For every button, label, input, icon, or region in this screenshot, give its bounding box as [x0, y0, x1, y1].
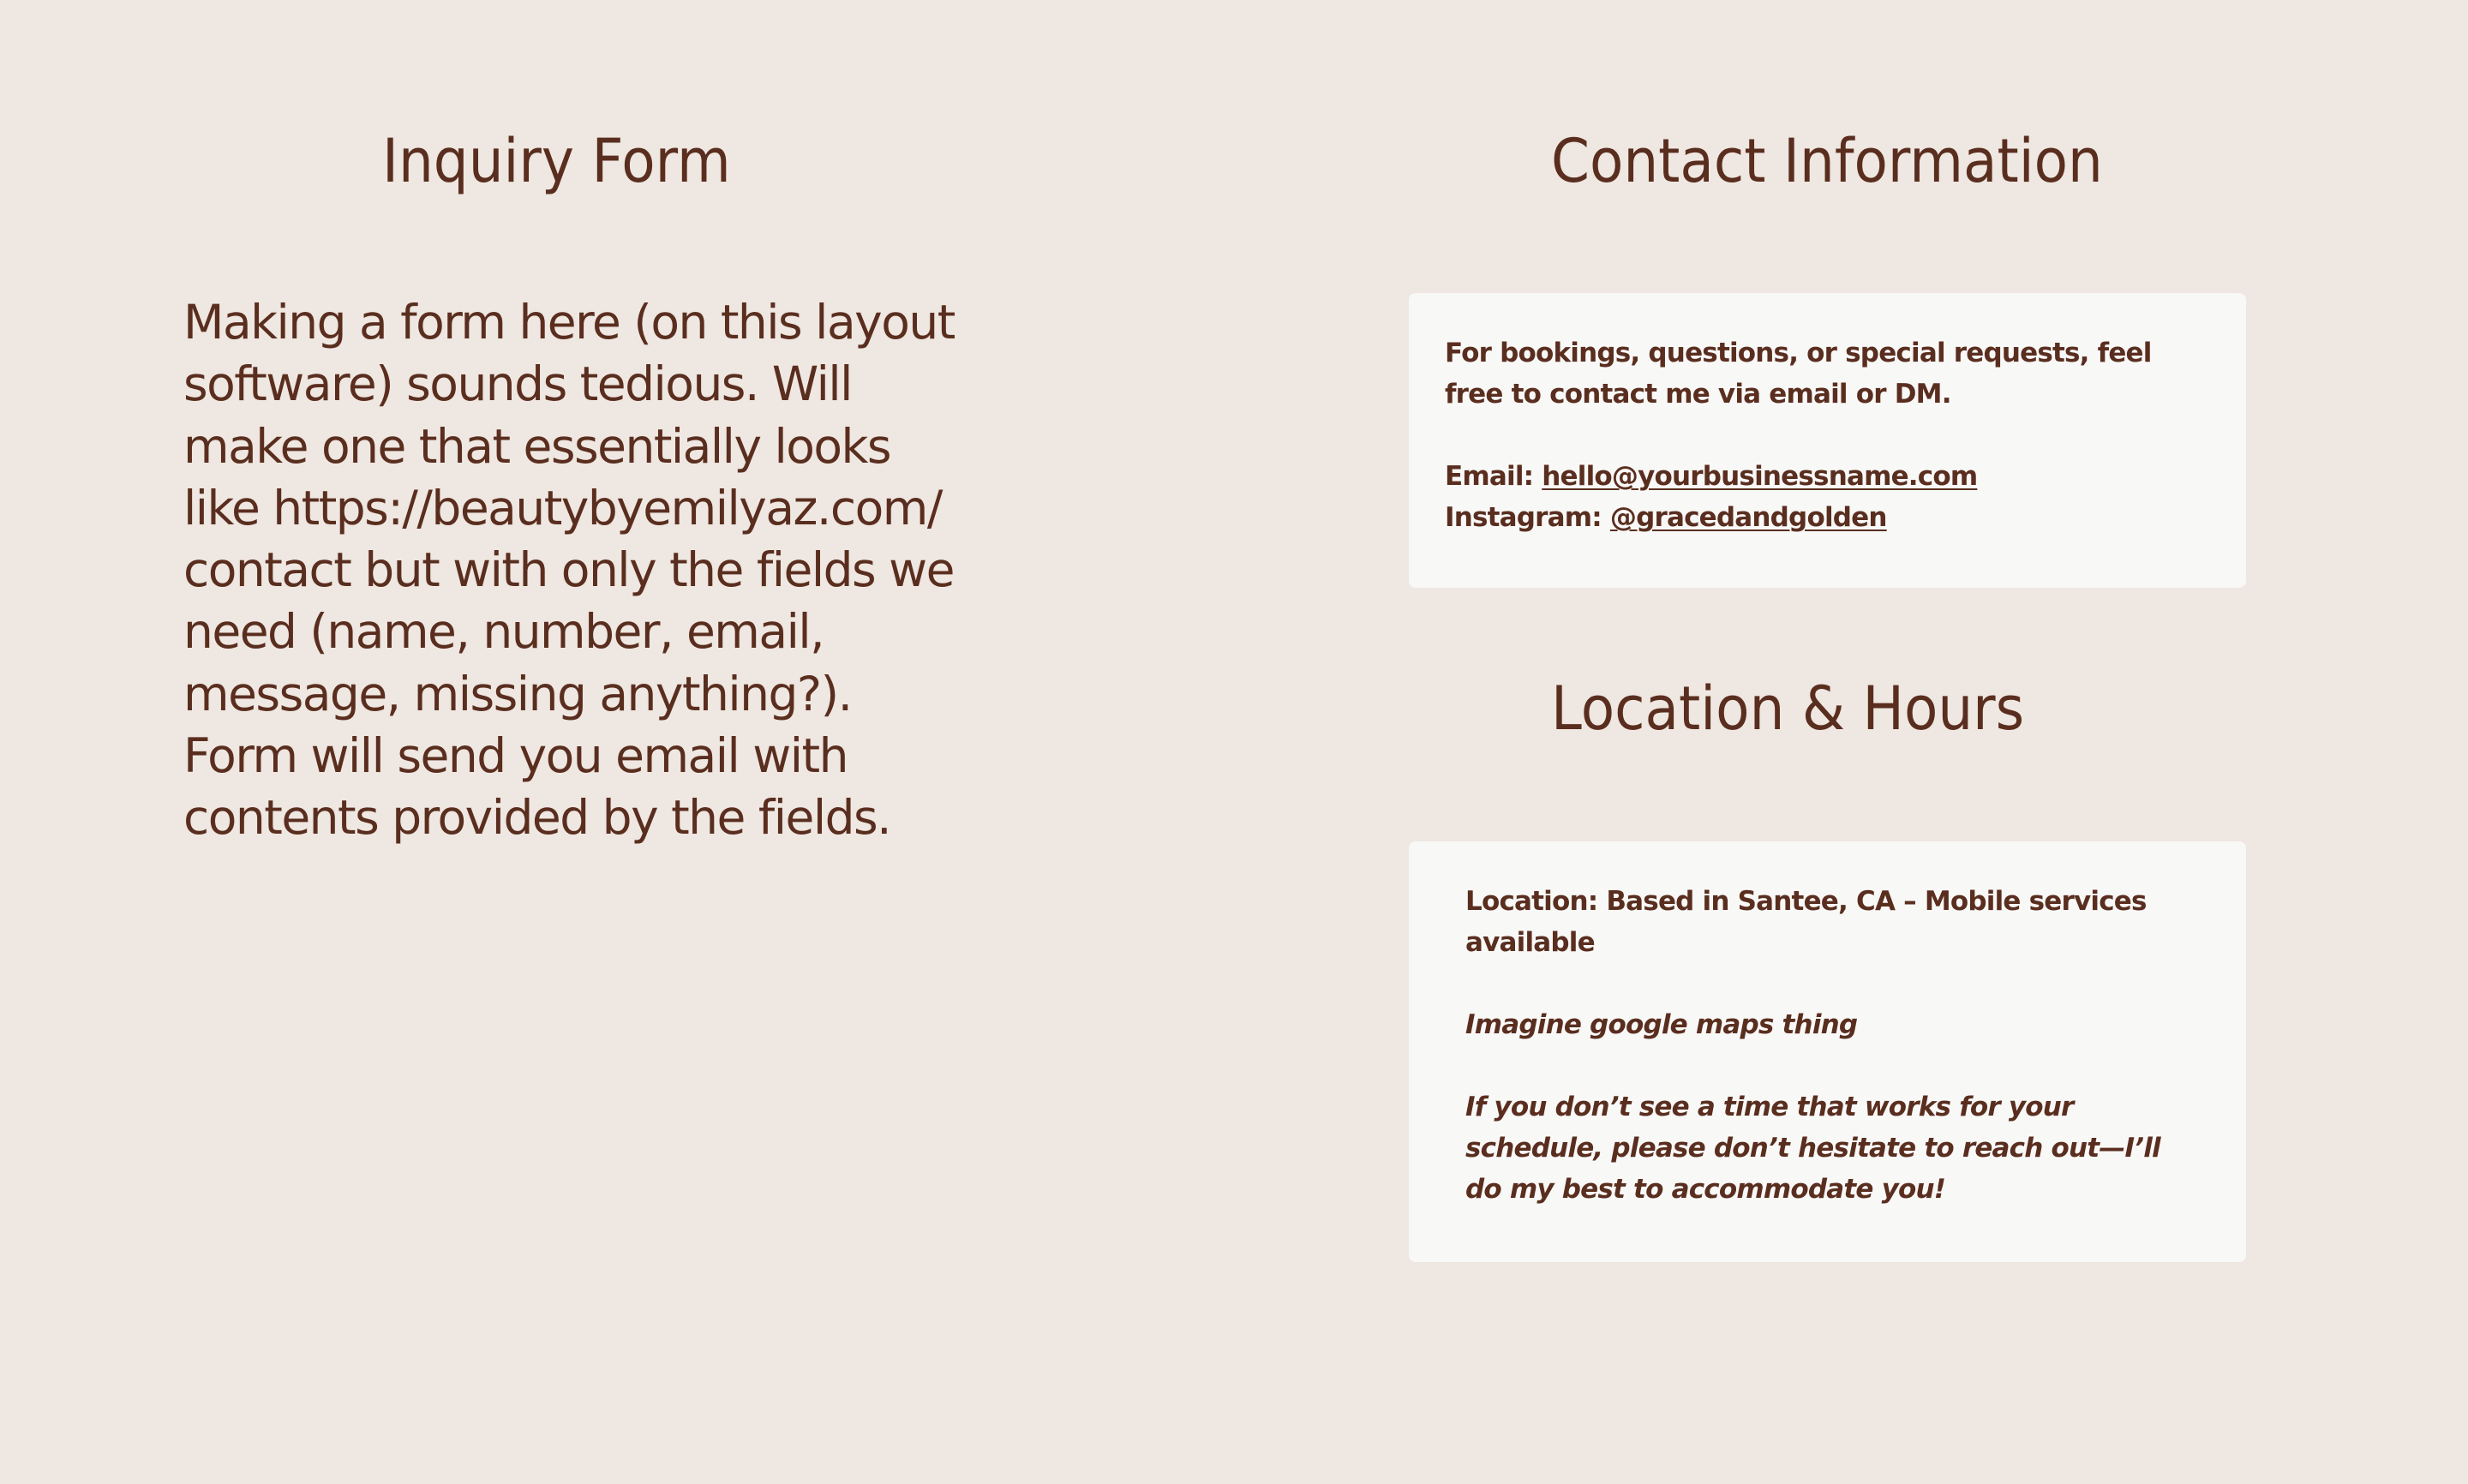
map-placeholder: Imagine google maps thing — [1465, 1009, 1858, 1040]
instagram-label: Instagram: — [1445, 502, 1610, 533]
location-hours-title: Location & Hours — [1551, 673, 2025, 744]
contact-information-title: Contact Information — [1551, 126, 2103, 196]
inquiry-form-note: Making a form here (on this layout softw… — [183, 295, 955, 846]
instagram-line: Instagram: @gracedandgolden — [1445, 497, 2216, 538]
inquiry-form-title: Inquiry Form — [382, 126, 731, 196]
email-link[interactable]: hello@yourbusinessname.com — [1542, 461, 1978, 492]
contact-spacer — [1445, 415, 2216, 456]
contact-intro: For bookings, questions, or special requ… — [1445, 338, 2152, 410]
contact-card: For bookings, questions, or special requ… — [1409, 293, 2246, 588]
location-spacer-1 — [1465, 963, 2168, 1004]
email-line: Email: hello@yourbusinessname.com — [1445, 456, 2216, 497]
schedule-note: If you don’t see a time that works for y… — [1465, 1092, 2161, 1205]
location-text: Location: Based in Santee, CA – Mobile s… — [1465, 886, 2147, 958]
contact-details: For bookings, questions, or special requ… — [1445, 332, 2216, 538]
email-label: Email: — [1445, 461, 1542, 492]
location-card: Location: Based in Santee, CA – Mobile s… — [1409, 841, 2246, 1262]
location-spacer-2 — [1465, 1045, 2168, 1086]
instagram-link[interactable]: @gracedandgolden — [1610, 502, 1888, 533]
location-details: Location: Based in Santee, CA – Mobile s… — [1465, 881, 2168, 1210]
